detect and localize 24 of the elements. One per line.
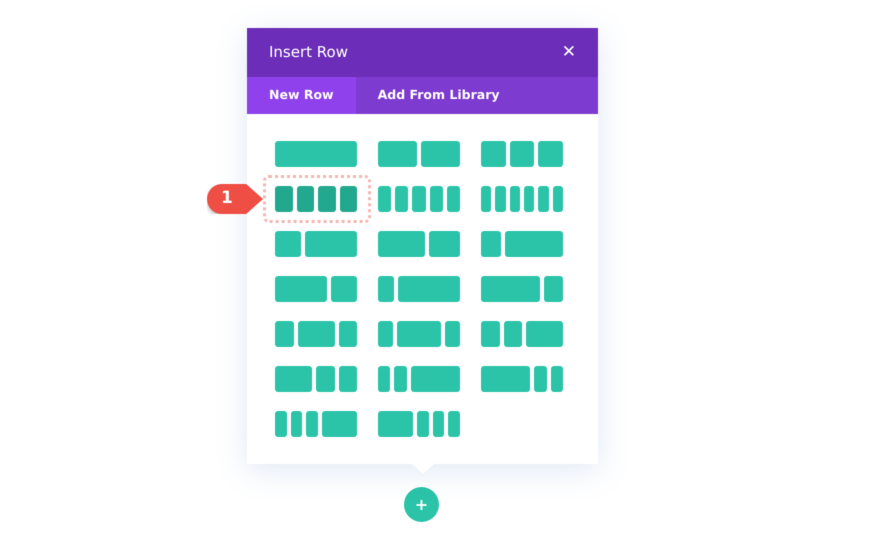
row-layout-option[interactable] — [378, 366, 460, 392]
row-layout-option[interactable] — [275, 321, 357, 347]
row-layout-option[interactable] — [481, 276, 563, 302]
row-layout-option[interactable] — [481, 321, 563, 347]
close-button[interactable]: ✕ — [562, 40, 576, 66]
row-layout-option[interactable] — [275, 411, 357, 437]
row-layout-option[interactable] — [378, 411, 460, 437]
row-layout-option[interactable] — [275, 366, 357, 392]
dialog-title: Insert Row — [269, 42, 348, 64]
row-layout-option[interactable] — [481, 231, 563, 257]
row-layout-option[interactable] — [275, 276, 357, 302]
row-layout-option[interactable] — [378, 231, 460, 257]
row-layout-option[interactable] — [378, 186, 460, 212]
row-layout-option[interactable] — [378, 276, 460, 302]
tab[interactable]: New Row — [247, 77, 356, 114]
row-layout-option[interactable] — [481, 141, 563, 167]
row-layout-option[interactable] — [275, 186, 357, 212]
row-layout-option[interactable] — [481, 186, 563, 212]
row-layout-option[interactable] — [275, 231, 357, 257]
step-callout: 1 — [207, 184, 263, 214]
row-layout-option[interactable] — [481, 366, 563, 392]
row-layout-option[interactable] — [378, 321, 460, 347]
tab[interactable]: Add From Library — [356, 77, 522, 114]
row-layout-option[interactable] — [378, 141, 460, 167]
